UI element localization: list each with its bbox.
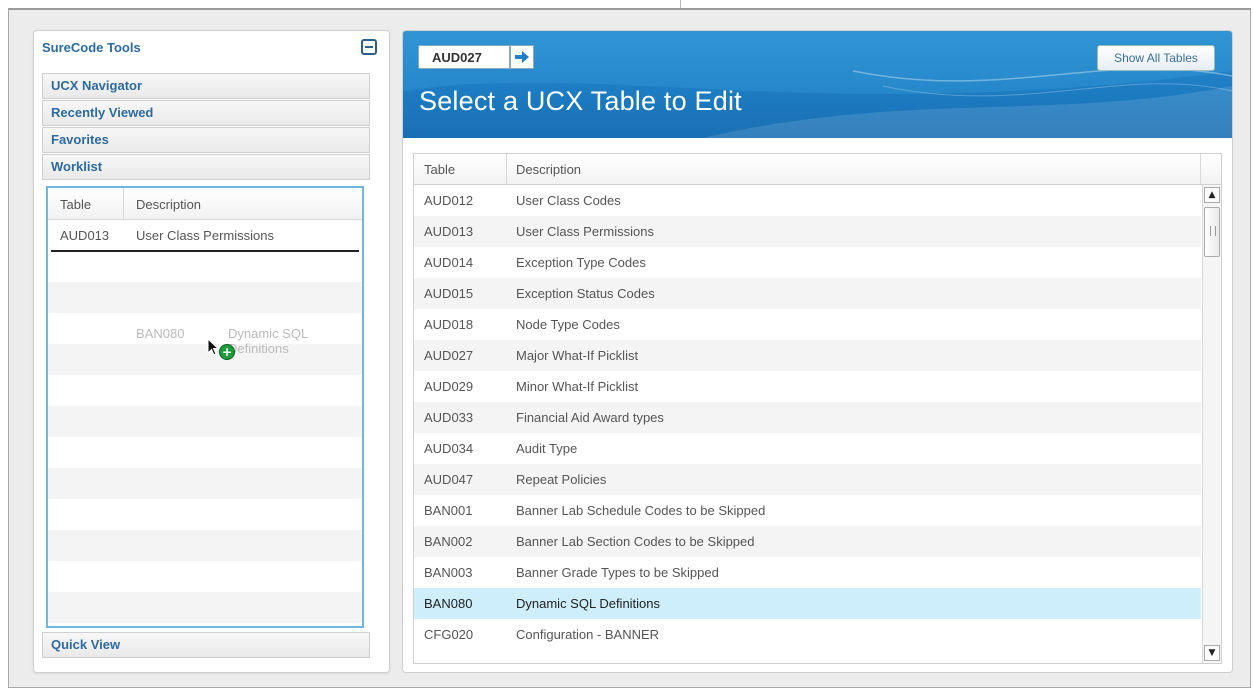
ucx-table-grid: Table Description AUD012 User Class Codes… [413,153,1222,664]
collapse-icon[interactable] [361,39,377,55]
row-table-code: AUD013 [60,228,110,243]
row-description: Repeat Policies [516,472,607,487]
empty-row [48,406,362,437]
column-divider [123,188,124,220]
row-table-code: AUD013 [424,224,474,239]
row-description: User Class Codes [516,193,621,208]
table-row[interactable]: AUD018 Node Type Codes [414,309,1201,340]
table-row[interactable]: BAN003 Banner Grade Types to be Skipped [414,557,1201,588]
empty-row [48,251,362,282]
row-table-code: AUD029 [424,379,474,394]
drag-ghost-table: BAN080 [136,326,185,341]
empty-row [48,499,362,530]
empty-row [48,561,362,592]
table-row[interactable]: AUD015 Exception Status Codes [414,278,1201,309]
accordion-worklist[interactable]: Worklist [42,154,370,180]
header-banner: AUD027 Show All Tables Select a UCX Tabl… [403,31,1232,138]
grid-header: Table Description [414,154,1221,185]
row-table-code: BAN001 [424,503,473,518]
row-description: Major What-If Picklist [516,348,639,363]
table-row[interactable]: AUD033 Financial Aid Award types [414,402,1201,433]
table-row[interactable]: AUD027 Major What-If Picklist [414,340,1201,371]
row-description: Minor What-If Picklist [516,379,639,394]
go-button[interactable] [510,45,534,69]
row-table-code: AUD047 [424,472,474,487]
table-row[interactable]: CFG020 Configuration - BANNER [414,619,1201,650]
table-row[interactable]: AUD014 Exception Type Codes [414,247,1201,278]
empty-row [48,375,362,406]
page-title: Select a UCX Table to Edit [419,86,742,116]
row-description: Financial Aid Award types [516,410,664,425]
row-table-code: BAN002 [424,534,473,549]
row-table-code: AUD015 [424,286,474,301]
row-table-code: BAN080 [424,596,473,611]
row-table-code: AUD033 [424,410,474,425]
row-description: Dynamic SQL Definitions [516,596,661,611]
column-header-description[interactable]: Description [136,197,201,212]
row-table-code: BAN003 [424,565,473,580]
column-header-table[interactable]: Table [424,162,455,177]
row-table-code: CFG020 [424,627,474,642]
empty-row [48,282,362,313]
empty-row [48,437,362,468]
ucx-table-selector-panel: AUD027 Show All Tables Select a UCX Tabl… [402,30,1233,673]
triangle-up-icon[interactable]: ▲ [1204,187,1220,203]
table-row-selected[interactable]: BAN080 Dynamic SQL Definitions [414,588,1201,619]
vertical-scrollbar[interactable]: ▲ ▼ [1202,185,1221,663]
row-description: Exception Status Codes [516,286,655,301]
row-description: Banner Lab Section Codes to be Skipped [516,534,755,549]
row-description: Configuration - BANNER [516,627,660,642]
row-description: User Class Permissions [516,224,654,239]
row-description: Banner Lab Schedule Codes to be Skipped [516,503,766,518]
row-description: Audit Type [516,441,578,456]
worklist-header: Table Description [48,188,362,220]
empty-row [48,530,362,561]
accordion-ucx-navigator[interactable]: UCX Navigator [42,73,370,99]
accordion-recently-viewed[interactable]: Recently Viewed [42,100,370,126]
table-row[interactable]: AUD012 User Class Codes [414,185,1201,216]
row-table-code: AUD034 [424,441,474,456]
table-row[interactable]: BAN001 Banner Lab Schedule Codes to be Sk… [414,495,1201,526]
row-table-code: AUD014 [424,255,474,270]
top-edge-tick [680,0,681,8]
triangle-down-icon[interactable]: ▼ [1204,645,1220,661]
row-description: Exception Type Codes [516,255,646,270]
table-row[interactable]: BAN002 Banner Lab Section Codes to be Ski… [414,526,1201,557]
drag-ghost-description: Dynamic SQL Definitions [228,326,308,356]
accordion-favorites[interactable]: Favorites [42,127,370,153]
worklist-drop-zone[interactable]: Table Description AUD013 User Class Perm… [46,186,364,628]
row-table-code: AUD027 [424,348,474,363]
row-description: Node Type Codes [516,317,620,332]
column-header-description[interactable]: Description [516,162,581,177]
panel-title: SureCode Tools [42,40,141,55]
scrollbar-thumb[interactable] [1204,207,1220,257]
mouse-pointer-icon [207,338,220,356]
accordion-quick-view[interactable]: Quick View [42,632,370,658]
show-all-tables-button[interactable]: Show All Tables [1097,45,1215,71]
window-top-edge [0,0,1253,8]
table-row[interactable]: AUD034 Audit Type [414,433,1201,464]
row-table-code: AUD012 [424,193,474,208]
table-row[interactable]: AUD047 Repeat Policies [414,464,1201,495]
column-header-table[interactable]: Table [60,197,91,212]
table-row[interactable]: AUD029 Minor What-If Picklist [414,371,1201,402]
worklist-row[interactable]: AUD013 User Class Permissions [48,220,362,251]
row-description: Banner Grade Types to be Skipped [516,565,719,580]
row-description: User Class Permissions [136,228,274,243]
column-divider [1200,154,1201,185]
table-row[interactable]: AUD013 User Class Permissions [414,216,1201,247]
empty-row [48,592,362,623]
row-table-code: AUD018 [424,317,474,332]
surecode-tools-panel: SureCode Tools UCX Navigator Recently Vi… [33,30,390,673]
table-code-input[interactable]: AUD027 [418,45,510,69]
empty-row [48,468,362,499]
plus-circle-icon: + [220,345,234,359]
arrow-right-icon [515,51,529,63]
column-divider [506,154,507,185]
